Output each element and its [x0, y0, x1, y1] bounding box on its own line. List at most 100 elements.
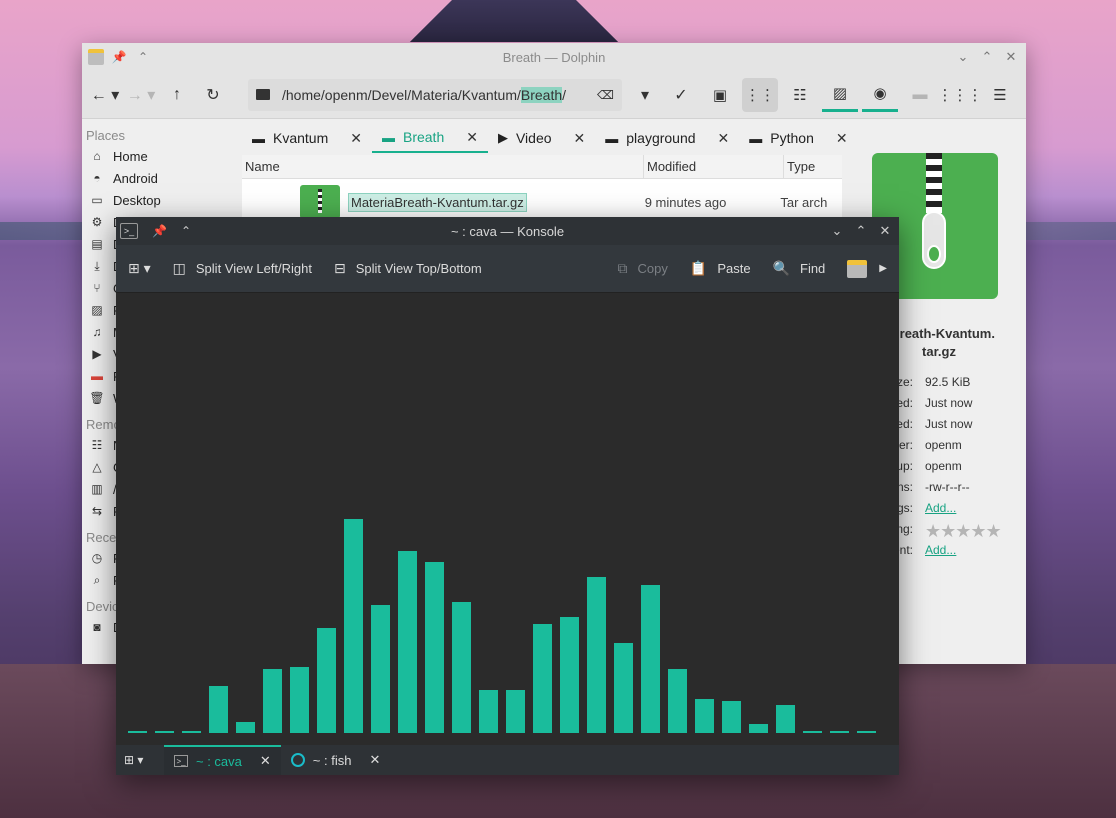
- tab-fish-label: ~ : fish: [312, 752, 352, 768]
- copy-button[interactable]: ⧉ Copy: [618, 260, 668, 277]
- clear-icon[interactable]: ⌫: [597, 88, 614, 102]
- confirm-icon[interactable]: ✓: [666, 80, 696, 110]
- dropdown-icon[interactable]: ▾: [630, 80, 660, 110]
- preview-icon[interactable]: ▨: [822, 78, 858, 112]
- info-value: 92.5 KiB: [925, 375, 971, 389]
- tab-fish[interactable]: ~ : fish ✕: [281, 745, 391, 775]
- rating-stars[interactable]: ★★★★★: [925, 522, 1002, 543]
- drive-icon: △: [92, 460, 102, 474]
- new-folder-icon[interactable]: ▬: [902, 78, 938, 112]
- keep-above-icon[interactable]: ⌃: [181, 224, 191, 238]
- close-tab-icon[interactable]: ✕: [836, 130, 848, 147]
- pin-icon[interactable]: 📌: [110, 48, 128, 66]
- new-tab-button[interactable]: ⊞ ▾: [128, 260, 151, 277]
- close-tab-icon[interactable]: ✕: [369, 752, 380, 768]
- column-modified[interactable]: Modified: [644, 155, 784, 178]
- maximize-icon[interactable]: ⌃: [978, 49, 996, 65]
- new-tab-icon[interactable]: ⊞ ▾: [124, 753, 156, 767]
- music-icon: ♫: [92, 325, 102, 339]
- eye-icon[interactable]: ◉: [862, 78, 898, 112]
- android-icon: ◓: [93, 171, 101, 185]
- up-button[interactable]: ↑: [162, 80, 192, 110]
- visualizer-bar: [776, 705, 795, 733]
- column-name[interactable]: Name: [242, 155, 644, 178]
- folder-icon: ▬: [381, 129, 395, 145]
- find-button[interactable]: 🔍 Find: [773, 260, 826, 277]
- reload-button[interactable]: ↻: [198, 80, 228, 110]
- tab-cava[interactable]: >_ ~ : cava ✕: [164, 745, 281, 775]
- video-icon: ▶: [497, 130, 508, 145]
- close-tab-icon[interactable]: ✕: [260, 753, 271, 769]
- info-value: openm: [925, 459, 962, 473]
- maximize-icon[interactable]: ⌃: [853, 223, 869, 239]
- visualizer-bar: [695, 699, 714, 733]
- tab-breath[interactable]: ▬ Breath ✕: [371, 123, 488, 153]
- close-tab-icon[interactable]: ✕: [718, 130, 730, 147]
- tab-playground[interactable]: ▬ playground ✕: [595, 123, 739, 153]
- places-item-android[interactable]: ◓ Android: [82, 167, 242, 189]
- document-icon: ▤: [91, 237, 103, 251]
- visualizer-bar: [668, 669, 687, 733]
- minimize-icon[interactable]: ⌄: [954, 49, 972, 65]
- visualizer-bar: [425, 562, 444, 733]
- visualizer-bar: [182, 731, 201, 733]
- visualizer-bar: [398, 551, 417, 733]
- tab-label: Python: [770, 130, 814, 146]
- paste-button[interactable]: 📋 Paste: [690, 260, 751, 277]
- dolphin-app-icon[interactable]: [88, 49, 104, 65]
- more-arrow-icon[interactable]: ▶: [879, 263, 887, 274]
- archive-tool-icon[interactable]: [847, 259, 868, 278]
- close-icon[interactable]: ✕: [877, 223, 893, 239]
- places-item-home[interactable]: ⌂ Home: [82, 145, 242, 167]
- places-item-desktop[interactable]: ▭ Desktop: [82, 189, 242, 211]
- background-roof: [409, 0, 619, 42]
- column-type[interactable]: Type: [784, 155, 842, 178]
- terminal-icon[interactable]: ▣: [702, 78, 738, 112]
- close-icon[interactable]: ✕: [1002, 49, 1020, 65]
- visualizer-bar: [344, 519, 363, 733]
- keep-above-icon[interactable]: ⌃: [134, 48, 152, 66]
- split-top-bottom-label: Split View Top/Bottom: [355, 261, 482, 276]
- paste-label: Paste: [717, 261, 751, 276]
- konsole-title: ~ : cava — Konsole: [450, 223, 565, 239]
- visualizer-bar: [641, 585, 660, 733]
- add-link[interactable]: Add...: [925, 543, 956, 564]
- add-link[interactable]: Add...: [925, 501, 956, 522]
- disk-icon: ◙: [93, 620, 101, 634]
- back-button[interactable]: ← ▾: [90, 80, 120, 110]
- tab-label: Kvantum: [273, 130, 329, 146]
- fish-icon: [290, 753, 305, 767]
- close-tab-icon[interactable]: ✕: [574, 130, 586, 147]
- close-tab-icon[interactable]: ✕: [350, 130, 362, 147]
- details-view-icon[interactable]: ☷: [782, 78, 818, 112]
- grid-icon[interactable]: ⋮⋮⋮: [938, 78, 983, 112]
- konsole-titlebar[interactable]: >_ 📌 ⌃ ~ : cava — Konsole ⌄ ⌃ ✕: [116, 217, 899, 245]
- split-top-bottom-button[interactable]: ⊟ Split View Top/Bottom: [334, 260, 482, 277]
- dolphin-titlebar[interactable]: 📌 ⌃ Breath — Dolphin ⌄ ⌃ ✕: [82, 43, 1026, 71]
- red-folder-icon: ▬: [91, 369, 103, 383]
- pin-icon[interactable]: 📌: [152, 224, 167, 238]
- download-icon: ⤓: [94, 258, 100, 273]
- visualizer-bar: [209, 686, 228, 733]
- location-bar[interactable]: /home/openm/Devel/Materia/Kvantum/Breath…: [248, 78, 622, 111]
- visualizer-bar: [614, 643, 633, 733]
- tab-kvantum[interactable]: ▬ Kvantum ✕: [242, 123, 372, 153]
- menu-icon[interactable]: ☰: [982, 78, 1018, 112]
- minimize-icon[interactable]: ⌄: [829, 223, 845, 239]
- konsole-app-icon[interactable]: >_: [120, 223, 138, 239]
- compact-view-icon[interactable]: ⋮⋮: [742, 77, 778, 112]
- picture-icon: ▨: [91, 303, 103, 317]
- tab-video[interactable]: ▶ Video ✕: [488, 123, 595, 153]
- file-name[interactable]: MateriaBreath-Kvantum.tar.gz: [348, 192, 527, 212]
- gear-icon: ⚙: [91, 215, 103, 229]
- terminal-area[interactable]: [116, 293, 899, 745]
- tab-python[interactable]: ▬ Python ✕: [739, 123, 857, 153]
- close-tab-icon[interactable]: ✕: [466, 129, 478, 146]
- forward-button[interactable]: → ▾: [126, 80, 156, 110]
- split-left-right-button[interactable]: ◫ Split View Left/Right: [173, 260, 312, 277]
- dolphin-toolbar: ← ▾ → ▾ ↑ ↻ /home/openm/Devel/Materia/Kv…: [82, 71, 1026, 119]
- visualizer-bar: [560, 617, 579, 733]
- info-value: openm: [925, 438, 962, 452]
- visualizer-bar: [857, 731, 876, 733]
- visualizer-bar: [830, 731, 849, 733]
